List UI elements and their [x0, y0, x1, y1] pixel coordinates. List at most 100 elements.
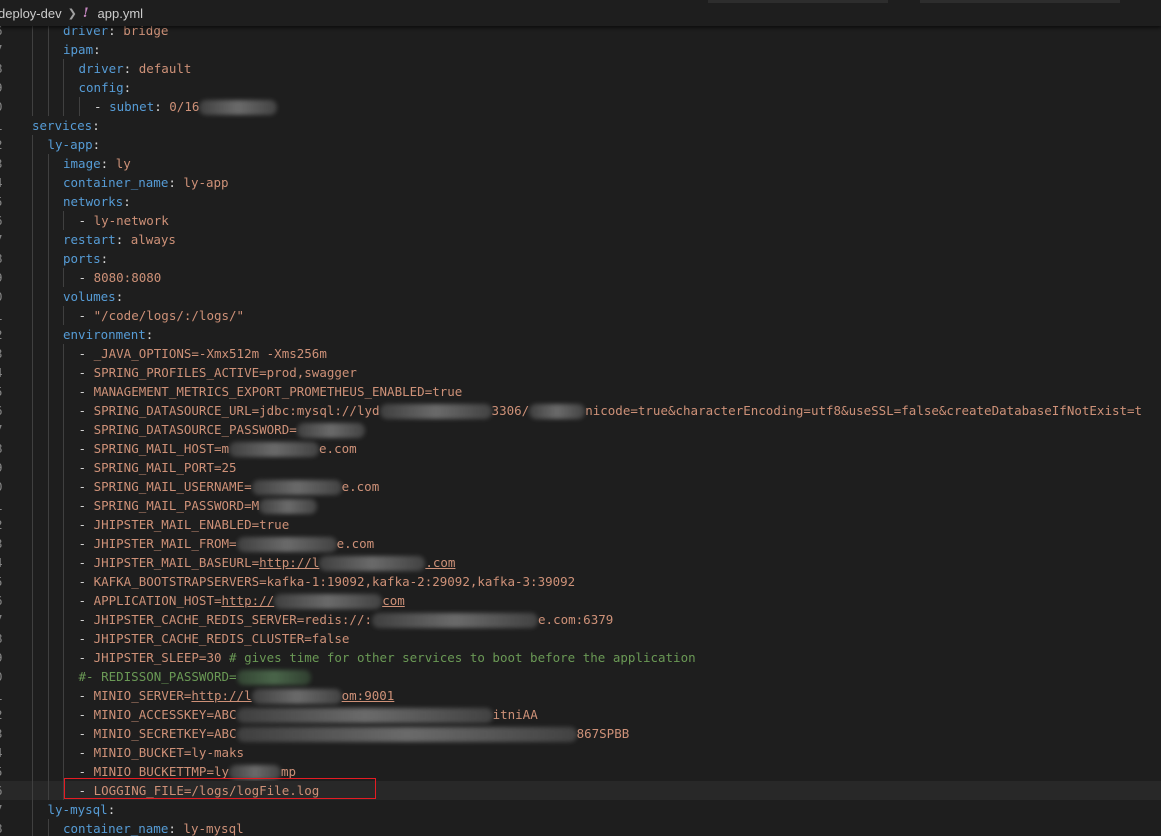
code-line[interactable]: 7 ly-mysql: — [0, 800, 1161, 819]
code-line[interactable]: 0 - SPRING_MAIL_USERNAME= e.com — [0, 477, 1161, 496]
line-number: 3 — [0, 154, 9, 173]
list-dash: - — [78, 555, 94, 570]
indent-guide — [32, 59, 33, 78]
code-line[interactable]: 7 - SPRING_DATASOURCE_PASSWORD= — [0, 420, 1161, 439]
code-line[interactable]: 3 image: ly — [0, 154, 1161, 173]
list-dash: - — [78, 745, 94, 760]
code-line[interactable]: 2 ly-app: — [0, 135, 1161, 154]
code-line[interactable]: 4 container_name: ly-app — [0, 173, 1161, 192]
code-line[interactable]: 1 - MINIO_SERVER=http://l om:9001 — [0, 686, 1161, 705]
code-line[interactable]: 5 - MANAGEMENT_METRICS_EXPORT_PROMETHEUS_… — [0, 382, 1161, 401]
list-dash: - — [78, 707, 94, 722]
code-line[interactable]: 2 - MINIO_ACCESSKEY=ABC itniAA — [0, 705, 1161, 724]
indent-guide — [47, 230, 49, 249]
code-line[interactable]: 7 restart: always — [0, 230, 1161, 249]
indent-guide — [32, 420, 33, 439]
code-content: - MINIO_SERVER=http://l om:9001 — [79, 686, 394, 705]
url-link: http://l — [259, 555, 320, 570]
yaml-value: JHIPSTER_MAIL_FROM= — [93, 536, 237, 551]
code-line[interactable]: 3 - MINIO_SECRETKEY=ABC 867SPBB — [0, 724, 1161, 743]
url-link: .com — [425, 555, 456, 570]
code-content: - SPRING_PROFILES_ACTIVE=prod,swagger — [79, 363, 357, 382]
code-line[interactable]: 0 volumes: — [0, 287, 1161, 306]
code-line[interactable]: 2 environment: — [0, 325, 1161, 344]
code-line[interactable]: 9 config: — [0, 78, 1161, 97]
code-content: config: — [79, 78, 132, 97]
code-line[interactable]: 4 - JHIPSTER_MAIL_BASEURL=http://l .com — [0, 553, 1161, 572]
scroll-indicator — [708, 0, 888, 3]
breadcrumb-file[interactable]: app.yml — [98, 6, 144, 21]
code-line[interactable]: 6 - SPRING_DATASOURCE_URL=jdbc:mysql://ly… — [0, 401, 1161, 420]
indent-guide — [47, 667, 49, 686]
code-content: - MINIO_ACCESSKEY=ABC itniAA — [79, 705, 538, 724]
colon: : — [92, 118, 100, 133]
indent-guide — [47, 382, 49, 401]
yaml-key: networks — [63, 194, 124, 209]
code-line[interactable]: 8 - JHIPSTER_CACHE_REDIS_CLUSTER=false — [0, 629, 1161, 648]
code-line[interactable]: 0 - subnet: 0/16 — [0, 97, 1161, 116]
indent-guide — [32, 401, 33, 420]
code-content: - JHIPSTER_MAIL_FROM= e.com — [79, 534, 374, 553]
redacted-region — [229, 442, 320, 457]
yaml-value: 867SPBB — [576, 726, 630, 741]
line-number: 0 — [0, 287, 9, 306]
indent-guide — [47, 306, 49, 325]
code-line[interactable]: 7 ipam: — [0, 40, 1161, 59]
colon: : — [115, 289, 124, 304]
url-link: com — [382, 593, 405, 608]
indent-guide — [32, 762, 33, 781]
code-line[interactable]: 8 - SPRING_MAIL_HOST=m e.com — [0, 439, 1161, 458]
indent-guide — [47, 629, 49, 648]
colon: : — [145, 327, 154, 342]
code-content: - subnet: 0/16 — [94, 97, 278, 116]
indent-guide — [47, 268, 49, 287]
indent-guide — [63, 439, 64, 458]
yaml-key: services — [32, 118, 93, 133]
code-line[interactable]: 3 - _JAVA_OPTIONS=-Xmx512m -Xms256m — [0, 344, 1161, 363]
code-line[interactable]: 4 - SPRING_PROFILES_ACTIVE=prod,swagger — [0, 363, 1161, 382]
indent-guide — [47, 154, 49, 173]
code-line[interactable]: 8 ports: — [0, 249, 1161, 268]
colon: : — [123, 61, 139, 76]
indent-guide — [47, 173, 49, 192]
yaml-value: e.com — [341, 479, 380, 494]
indent-guide — [47, 401, 49, 420]
yaml-value: JHIPSTER_MAIL_BASEURL= — [93, 555, 260, 570]
code-line[interactable]: 7 - JHIPSTER_CACHE_REDIS_SERVER=redis://:… — [0, 610, 1161, 629]
breadcrumb-folder[interactable]: deploy-dev — [0, 6, 62, 21]
code-line[interactable]: 9 - SPRING_MAIL_PORT=25 — [0, 458, 1161, 477]
redacted-region — [236, 708, 493, 723]
code-line[interactable]: 1 services: — [0, 116, 1161, 135]
code-content: - "/code/logs/:/logs/" — [79, 306, 245, 325]
indent-guide — [47, 439, 49, 458]
code-line[interactable]: 9 - JHIPSTER_SLEEP=30 # gives time for ot… — [0, 648, 1161, 667]
yaml-key: driver — [78, 61, 124, 76]
code-line[interactable]: 5 networks: — [0, 192, 1161, 211]
indent-guide — [32, 724, 33, 743]
colon: : — [123, 80, 132, 95]
yaml-value: MINIO_ACCESSKEY=ABC — [93, 707, 237, 722]
code-line[interactable]: 1 - SPRING_MAIL_PASSWORD=M — [0, 496, 1161, 515]
code-line[interactable]: 4 - MINIO_BUCKET=ly-maks — [0, 743, 1161, 762]
list-dash: - — [78, 422, 94, 437]
code-line[interactable]: 8 container_name: ly-mysql — [0, 819, 1161, 836]
code-line[interactable]: 8 driver: default — [0, 59, 1161, 78]
code-content: #- REDISSON_PASSWORD= — [79, 667, 311, 686]
colon: : — [168, 175, 184, 190]
code-line[interactable]: 6 - APPLICATION_HOST=http:// com — [0, 591, 1161, 610]
code-line[interactable]: 9 - 8080:8080 — [0, 268, 1161, 287]
indent-guide — [63, 553, 64, 572]
code-line[interactable]: 3 - JHIPSTER_MAIL_FROM= e.com — [0, 534, 1161, 553]
yaml-value: JHIPSTER_SLEEP=30 — [93, 650, 230, 665]
yaml-value: MANAGEMENT_METRICS_EXPORT_PROMETHEUS_ENA… — [93, 384, 463, 399]
code-content: - APPLICATION_HOST=http:// com — [79, 591, 405, 610]
redacted-region — [251, 689, 342, 704]
line-number: 4 — [0, 553, 9, 572]
code-line[interactable]: 2 - JHIPSTER_MAIL_ENABLED=true — [0, 515, 1161, 534]
code-line[interactable]: 5 - KAFKA_BOOTSTRAPSERVERS=kafka-1:19092,… — [0, 572, 1161, 591]
code-editor[interactable]: 6driver: bridge7ipam:8driver: default9co… — [0, 21, 1161, 836]
code-line[interactable]: 6 - ly-network — [0, 211, 1161, 230]
yaml-value: itniAA — [492, 707, 538, 722]
code-line[interactable]: 1 - "/code/logs/:/logs/" — [0, 306, 1161, 325]
code-line[interactable]: 0 #- REDISSON_PASSWORD= — [0, 667, 1161, 686]
